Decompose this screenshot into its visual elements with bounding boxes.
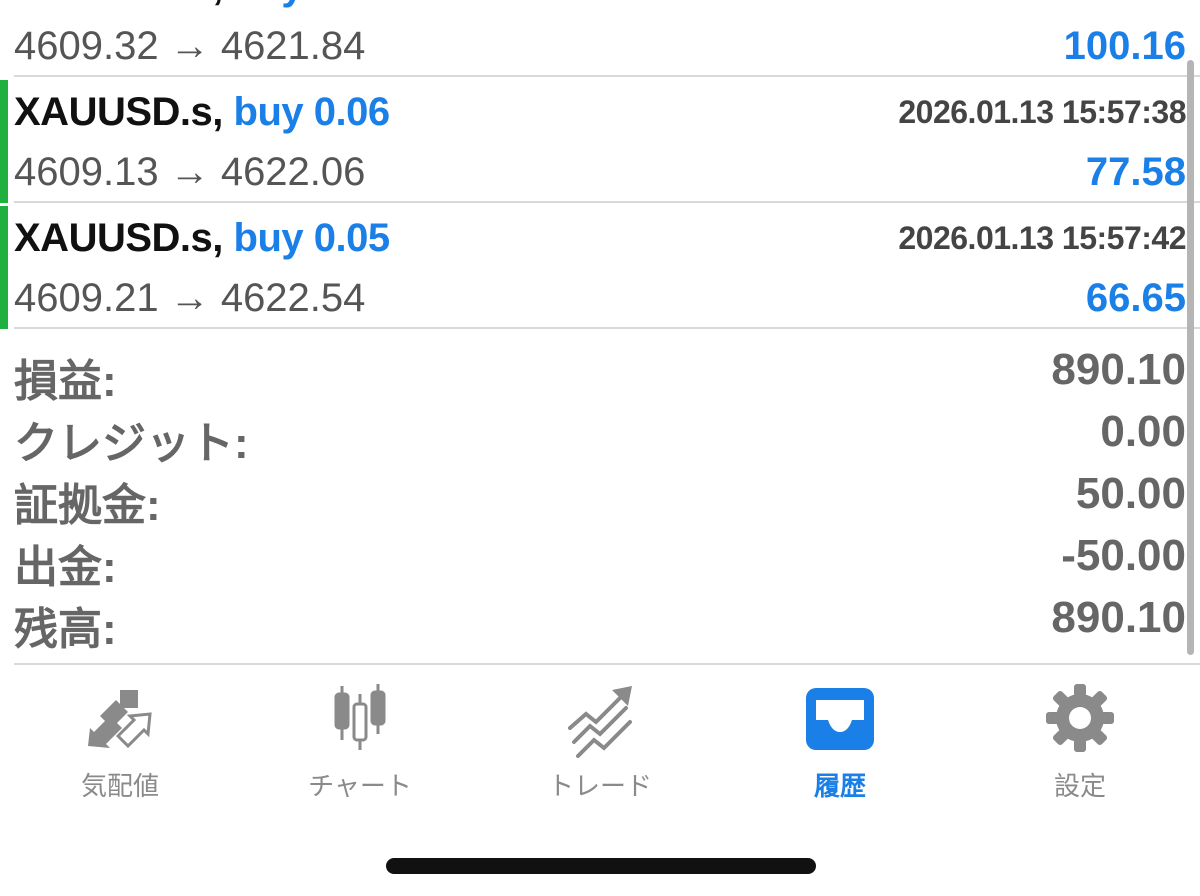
- deal-title: XAUUSD.s, buy 0.06: [14, 0, 390, 9]
- deal-symbol: XAUUSD.s,: [14, 90, 223, 134]
- summary-value: 890.10: [1051, 593, 1186, 642]
- deal-row[interactable]: XAUUSD.s, buy 0.05 2026.01.13 15:57:42 4…: [0, 204, 1200, 329]
- tab-quotes[interactable]: 気配値: [40, 678, 200, 801]
- deal-prices: 4609.21 → 4622.54: [14, 276, 366, 320]
- summary-credit-row: クレジット: 0.00: [0, 407, 1200, 469]
- deal-status-bar: [0, 206, 8, 329]
- trade-trend-icon: [568, 686, 632, 758]
- summary-label: 損益:: [14, 357, 117, 406]
- bottom-tab-bar: 気配値 チャート トレード 履歴 設定: [0, 666, 1200, 806]
- row-divider: [14, 327, 1200, 329]
- deal-side: buy 0.05: [233, 216, 391, 260]
- history-inbox-icon: [806, 688, 874, 750]
- deal-symbol: XAUUSD.s,: [14, 0, 223, 8]
- summary-label: 出金:: [14, 543, 117, 592]
- deal-profit: 100.16: [1063, 24, 1186, 68]
- tab-trade[interactable]: トレード: [520, 678, 680, 801]
- gear-icon: [1046, 684, 1114, 752]
- deal-side: buy 0.06: [233, 90, 391, 134]
- deal-symbol: XAUUSD.s,: [14, 216, 223, 260]
- history-screen: XAUUSD.s, buy 0.06 4609.32 → 4621.84 100…: [0, 0, 1200, 896]
- deal-profit: 66.65: [1085, 276, 1186, 320]
- summary-label: クレジット:: [14, 419, 249, 468]
- summary-label: 証拠金:: [14, 481, 161, 530]
- deal-profit: 77.58: [1085, 150, 1186, 194]
- summary-label: 残高:: [14, 605, 117, 654]
- deal-side: buy 0.06: [234, 0, 391, 8]
- summary-balance-row: 残高: 890.10: [0, 593, 1200, 655]
- tab-chart[interactable]: チャート: [280, 678, 440, 801]
- deal-row[interactable]: XAUUSD.s, buy 0.06 2026.01.13 15:57:38 4…: [0, 78, 1200, 203]
- deal-title: XAUUSD.s, buy 0.06: [14, 90, 390, 135]
- deal-status-bar: [0, 80, 8, 203]
- tab-label: トレード: [547, 771, 652, 801]
- deal-prices: 4609.13 → 4622.06: [14, 150, 366, 194]
- deal-title: XAUUSD.s, buy 0.05: [14, 216, 390, 261]
- deal-time: 2026.01.13 15:57:42: [898, 220, 1186, 256]
- summary-deposit-row: 証拠金: 50.00: [0, 469, 1200, 531]
- summary-value: 0.00: [1100, 407, 1186, 456]
- home-indicator: [386, 858, 816, 874]
- quotes-arrows-icon: [88, 690, 152, 749]
- scrollbar[interactable]: [1187, 60, 1194, 655]
- tab-label: 履歴: [813, 771, 866, 801]
- summary-profit-row: 損益: 890.10: [0, 345, 1200, 407]
- tab-settings[interactable]: 設定: [1000, 678, 1160, 801]
- tab-history[interactable]: 履歴: [760, 678, 920, 801]
- candlestick-chart-icon: [334, 684, 386, 750]
- deal-time: 2026.01.13 15:57:38: [898, 94, 1186, 130]
- summary-value: -50.00: [1061, 531, 1186, 580]
- account-summary: 損益: 890.10 クレジット: 0.00 証拠金: 50.00 出金: -5…: [0, 345, 1200, 655]
- deal-prices: 4609.32 → 4621.84: [14, 24, 366, 68]
- tab-label: 設定: [1053, 771, 1106, 801]
- tab-label: 気配値: [80, 771, 159, 801]
- summary-value: 50.00: [1075, 469, 1186, 518]
- summary-divider: [14, 663, 1200, 665]
- deal-row[interactable]: XAUUSD.s, buy 0.06 4609.32 → 4621.84 100…: [0, 0, 1200, 77]
- summary-value: 890.10: [1051, 345, 1186, 394]
- row-divider: [14, 201, 1200, 203]
- summary-withdrawal-row: 出金: -50.00: [0, 531, 1200, 593]
- tab-label: チャート: [308, 771, 412, 801]
- row-divider: [14, 75, 1200, 77]
